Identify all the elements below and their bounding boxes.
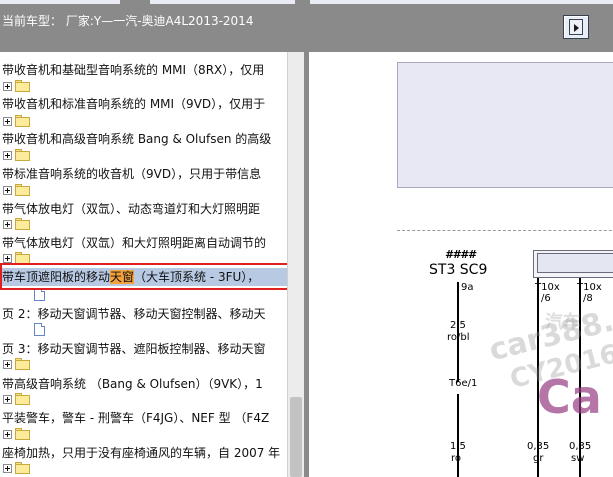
dashed-line	[397, 230, 613, 231]
nav-forward-icon	[569, 19, 583, 35]
component-box	[397, 62, 613, 188]
folder-icon	[15, 358, 31, 370]
tree-item-label[interactable]: 平装警车，警车 - 刑警车（F4JG）、NEF 型 （F4Z	[2, 410, 269, 426]
wire-color-left-2: ro	[451, 453, 462, 464]
tree-expand-icon[interactable]	[3, 151, 12, 160]
model-header-bar: 当前车型： 厂家:Y—一汽-奥迪A4L2013-2014	[0, 0, 613, 52]
wire-color-mid: gr	[533, 453, 544, 464]
folder-icon	[15, 428, 31, 440]
tree-scrollbar[interactable]	[287, 52, 304, 477]
document-icon[interactable]	[34, 323, 45, 336]
tree-item-label[interactable]: 带气体放电灯（双氙）和大灯照明距离自动调节的	[2, 235, 266, 251]
tree-expand-icon[interactable]	[3, 117, 12, 126]
wire-size-mid: 0,35	[527, 441, 550, 452]
tree-expand-icon[interactable]	[3, 430, 12, 439]
tree-item-label[interactable]: 带高级音响系统 （Bang & Olufsen）（9VK），1	[2, 376, 263, 392]
wire-color-right: sw	[571, 453, 585, 464]
pin-label-9a: 9a	[461, 282, 474, 293]
wire-color-left: ro/bl	[447, 332, 470, 343]
tree-item-label[interactable]: 带气体放电灯（双氙）、动态弯道灯和大灯照明距	[2, 201, 260, 217]
tree-expand-icon[interactable]	[3, 82, 12, 91]
tree-expand-icon[interactable]	[3, 186, 12, 195]
pin-t10x-b-num: /8	[583, 293, 593, 304]
wiring-diagram-panel: #### ST3 SC9 9a 2,5 ro/bl T6e/1 1,5 ro T…	[309, 52, 613, 477]
current-car-model-label: 当前车型： 厂家:Y—一汽-奥迪A4L2013-2014	[2, 14, 254, 28]
tree-item-label[interactable]: 带收音机和高级音响系统 Bang & Olufsen 的高级	[2, 131, 271, 147]
wire-size-left-2: 1,5	[450, 441, 466, 452]
tree-item-label[interactable]: 页 3：移动天窗调节器、遮阳板控制器、移动天窗	[2, 341, 265, 357]
tree-expand-icon[interactable]	[3, 220, 12, 229]
tree-item-label[interactable]: 带收音机和标准音响系统的 MMI（9VD），仅用于	[2, 96, 265, 112]
folder-icon	[15, 393, 31, 405]
folder-icon	[15, 115, 31, 127]
folder-icon	[15, 149, 31, 161]
wire-size-left: 2,5	[450, 320, 466, 331]
folder-icon	[15, 462, 31, 474]
folder-icon	[15, 218, 31, 230]
tree-item-label[interactable]: 带收音机和基础型音响系统的 MMI（8RX），仅用	[2, 62, 264, 78]
wire-size-right: 0,35	[569, 441, 592, 452]
connector-block-inner	[537, 253, 613, 273]
tree-expand-icon[interactable]	[3, 464, 12, 473]
tree-expand-icon[interactable]	[3, 395, 12, 404]
tree-item-label[interactable]: 座椅加热，只用于没有座椅通风的车辆，自 2007 年	[2, 445, 280, 461]
tree-expand-icon[interactable]	[3, 254, 12, 263]
wire-left-lower	[457, 394, 459, 477]
folder-icon	[15, 80, 31, 92]
watermark-text: 汽车	[545, 312, 581, 333]
watermark-logo: Ca	[537, 370, 602, 424]
tree-item-label[interactable]: 带标准音响系统的收音机（9VD），只用于带信息	[2, 166, 261, 182]
folder-icon	[15, 184, 31, 196]
scrollbar-thumb[interactable]	[290, 397, 302, 477]
diagram-heading: ####	[445, 248, 476, 261]
tree-expand-icon[interactable]	[3, 360, 12, 369]
connector-id-left: T6e/1	[449, 378, 478, 389]
tree-item-label[interactable]: 页 2：移动天窗调节器、移动天窗控制器、移动天	[2, 306, 265, 322]
pin-t10x-a-num: /6	[541, 293, 551, 304]
selection-outline	[0, 263, 304, 290]
connector-labels: ST3 SC9	[429, 262, 488, 278]
nav-forward-button[interactable]	[563, 15, 589, 39]
